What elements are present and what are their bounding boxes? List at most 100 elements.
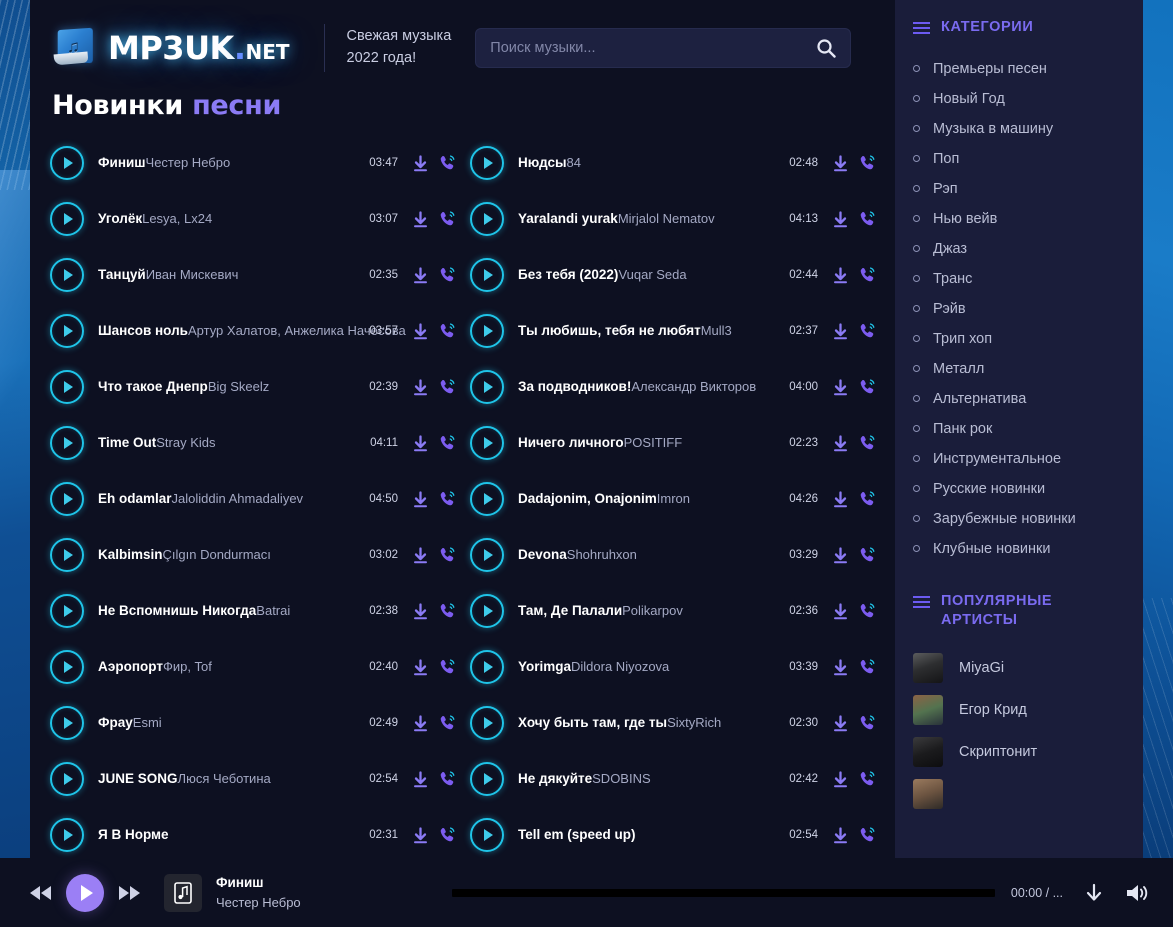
track-download-button[interactable] xyxy=(832,827,849,844)
track-download-button[interactable] xyxy=(832,155,849,172)
track-artist[interactable]: Mirjalol Nematov xyxy=(618,211,715,226)
track-download-button[interactable] xyxy=(412,379,429,396)
track-artist[interactable]: Фир, Tof xyxy=(163,659,212,674)
track-title[interactable]: Уголёк xyxy=(98,211,142,226)
track-ringtone-button[interactable] xyxy=(438,770,456,788)
track-ringtone-button[interactable] xyxy=(438,714,456,732)
track-ringtone-button[interactable] xyxy=(858,658,876,676)
track-row[interactable]: Tell em (speed up)02:54 xyxy=(462,807,882,858)
sidebar-category-item[interactable]: Рэп xyxy=(895,174,1143,204)
track-download-button[interactable] xyxy=(832,603,849,620)
track-ringtone-button[interactable] xyxy=(438,322,456,340)
track-row[interactable]: АэропортФир, Tof02:40 xyxy=(42,639,462,695)
track-row[interactable]: Хочу быть там, где тыSixtyRich02:30 xyxy=(462,695,882,751)
sidebar-category-item[interactable]: Трип хоп xyxy=(895,324,1143,354)
track-download-button[interactable] xyxy=(412,771,429,788)
sidebar-category-item[interactable]: Нью вейв xyxy=(895,204,1143,234)
track-ringtone-button[interactable] xyxy=(858,546,876,564)
track-title[interactable]: Фрау xyxy=(98,715,133,730)
track-row[interactable]: УголёкLesya, Lx2403:07 xyxy=(42,191,462,247)
track-artist[interactable]: Çılgın Dondurmacı xyxy=(163,547,271,562)
track-download-button[interactable] xyxy=(412,267,429,284)
track-ringtone-button[interactable] xyxy=(438,826,456,844)
sidebar-category-item[interactable]: Транс xyxy=(895,264,1143,294)
track-download-button[interactable] xyxy=(412,715,429,732)
track-row[interactable]: Ничего личногоPOSITIFF02:23 xyxy=(462,415,882,471)
track-download-button[interactable] xyxy=(832,267,849,284)
track-title[interactable]: Аэропорт xyxy=(98,659,163,674)
track-ringtone-button[interactable] xyxy=(438,378,456,396)
track-play-button[interactable] xyxy=(470,146,504,180)
track-artist[interactable]: SixtyRich xyxy=(667,715,721,730)
track-play-button[interactable] xyxy=(470,594,504,628)
track-row[interactable]: Eh odamlarJaloliddin Ahmadaliyev04:50 xyxy=(42,471,462,527)
track-play-button[interactable] xyxy=(50,258,84,292)
track-download-button[interactable] xyxy=(412,603,429,620)
track-title[interactable]: Нюдсы xyxy=(518,155,567,170)
sidebar-category-item[interactable]: Инструментальное xyxy=(895,444,1143,474)
site-logo[interactable]: ♫ MP3UK.NET xyxy=(52,27,290,69)
track-artist[interactable]: Lesya, Lx24 xyxy=(142,211,212,226)
track-row[interactable]: DevonaShohruhxon03:29 xyxy=(462,527,882,583)
track-artist[interactable]: Polikarpov xyxy=(622,603,683,618)
track-row[interactable]: Что такое ДнепрBig Skeelz02:39 xyxy=(42,359,462,415)
next-button[interactable] xyxy=(116,883,142,903)
track-row[interactable]: ФрауEsmi02:49 xyxy=(42,695,462,751)
search-button[interactable] xyxy=(810,38,836,58)
track-row[interactable]: Нюдсы8402:48 xyxy=(462,135,882,191)
track-row[interactable]: ФинишЧестер Небро03:47 xyxy=(42,135,462,191)
previous-button[interactable] xyxy=(28,883,54,903)
track-download-button[interactable] xyxy=(832,379,849,396)
track-play-button[interactable] xyxy=(470,426,504,460)
track-ringtone-button[interactable] xyxy=(438,210,456,228)
search-input[interactable] xyxy=(490,40,810,56)
sidebar-category-item[interactable]: Панк рок xyxy=(895,414,1143,444)
track-download-button[interactable] xyxy=(412,211,429,228)
track-ringtone-button[interactable] xyxy=(858,154,876,172)
track-artist[interactable]: Dildora Niyozova xyxy=(571,659,669,674)
track-play-button[interactable] xyxy=(50,314,84,348)
track-artist[interactable]: Imron xyxy=(657,491,690,506)
track-row[interactable]: Ты любишь, тебя не любятMull302:37 xyxy=(462,303,882,359)
track-ringtone-button[interactable] xyxy=(858,602,876,620)
track-artist[interactable]: Люся Чеботина xyxy=(178,771,271,786)
track-ringtone-button[interactable] xyxy=(858,434,876,452)
track-download-button[interactable] xyxy=(832,659,849,676)
track-play-button[interactable] xyxy=(50,482,84,516)
track-download-button[interactable] xyxy=(412,323,429,340)
track-row[interactable]: Не Вспомнишь НикогдаBatrai02:38 xyxy=(42,583,462,639)
track-title[interactable]: Ничего личного xyxy=(518,435,624,450)
sidebar-category-item[interactable]: Музыка в машину xyxy=(895,114,1143,144)
track-ringtone-button[interactable] xyxy=(438,266,456,284)
sidebar-category-item[interactable]: Альтернатива xyxy=(895,384,1143,414)
track-artist[interactable]: 84 xyxy=(567,155,581,170)
track-artist[interactable]: Batrai xyxy=(256,603,290,618)
track-download-button[interactable] xyxy=(412,659,429,676)
track-title[interactable]: Ты любишь, тебя не любят xyxy=(518,323,701,338)
track-download-button[interactable] xyxy=(412,827,429,844)
track-download-button[interactable] xyxy=(412,155,429,172)
track-artist[interactable]: POSITIFF xyxy=(624,435,683,450)
track-title[interactable]: Time Out xyxy=(98,435,156,450)
track-title[interactable]: Dadajonim, Onajonim xyxy=(518,491,657,506)
track-play-button[interactable] xyxy=(470,482,504,516)
track-artist[interactable]: Big Skeelz xyxy=(208,379,269,394)
track-download-button[interactable] xyxy=(832,435,849,452)
track-title[interactable]: Devona xyxy=(518,547,567,562)
sidebar-category-item[interactable]: Новый Год xyxy=(895,84,1143,114)
track-ringtone-button[interactable] xyxy=(438,154,456,172)
track-play-button[interactable] xyxy=(50,650,84,684)
sidebar-category-item[interactable]: Премьеры песен xyxy=(895,54,1143,84)
track-artist[interactable]: Честер Небро xyxy=(146,155,231,170)
track-row[interactable]: Я В Норме02:31 xyxy=(42,807,462,858)
track-artist[interactable]: Jaloliddin Ahmadaliyev xyxy=(172,491,304,506)
player-download-button[interactable] xyxy=(1083,882,1105,904)
track-title[interactable]: Без тебя (2022) xyxy=(518,267,618,282)
track-ringtone-button[interactable] xyxy=(858,714,876,732)
track-ringtone-button[interactable] xyxy=(438,546,456,564)
track-title[interactable]: За подводников! xyxy=(518,379,631,394)
track-row[interactable]: JUNE SONGЛюся Чеботина02:54 xyxy=(42,751,462,807)
track-row[interactable]: Шансов нольАртур Халатов, Анжелика Начес… xyxy=(42,303,462,359)
track-play-button[interactable] xyxy=(470,538,504,572)
play-pause-button[interactable] xyxy=(66,874,104,912)
